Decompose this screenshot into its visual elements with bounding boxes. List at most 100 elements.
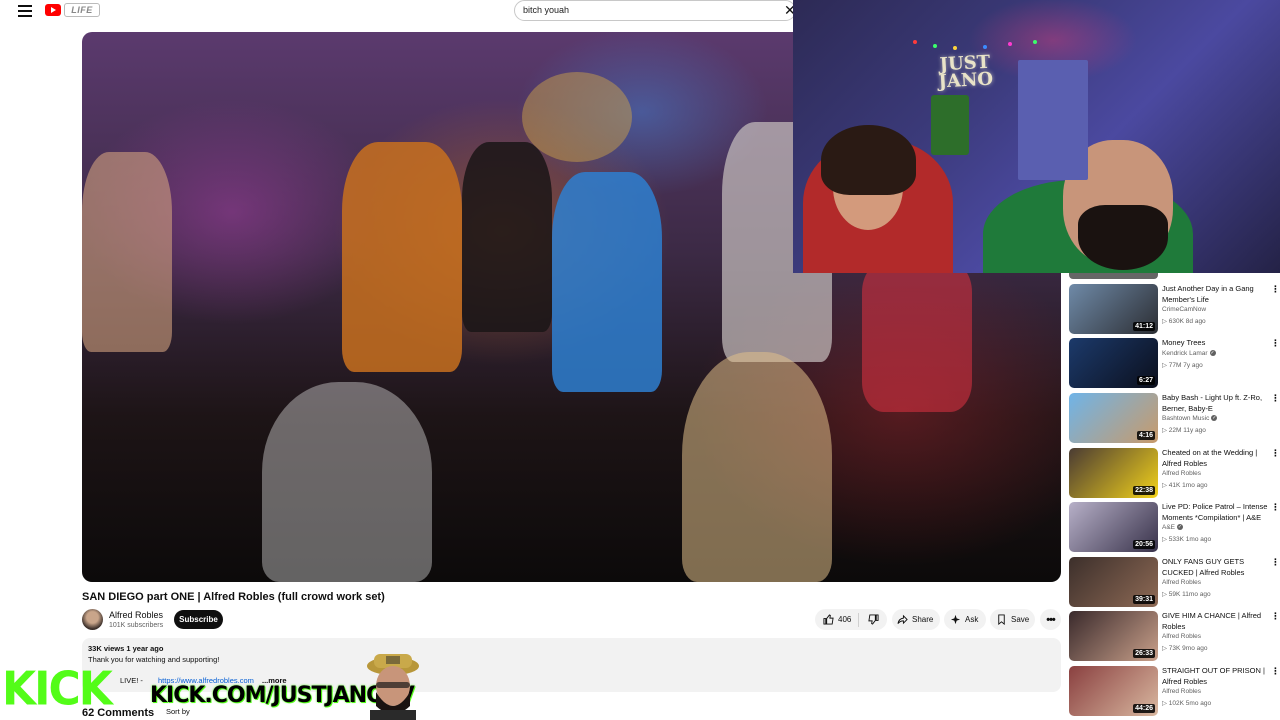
recommendation-channel[interactable]: Alfred Robles bbox=[1162, 633, 1201, 640]
more-options-icon[interactable]: ⋮ bbox=[1271, 557, 1280, 568]
recommendation-item[interactable]: 26:33 GIVE HIM A CHANCE | Alfred Robles Al… bbox=[1069, 611, 1280, 661]
recommendation-meta: ▷ 22M 11y ago bbox=[1162, 427, 1206, 434]
streamer-cutout-image bbox=[367, 654, 419, 720]
video-frame-figure bbox=[342, 142, 462, 372]
recommendation-title[interactable]: Live PD: Police Patrol – Intense Moments… bbox=[1162, 502, 1270, 523]
recommendation-title[interactable]: Money Trees bbox=[1162, 338, 1270, 349]
like-button[interactable]: 406 bbox=[815, 612, 859, 627]
search-input[interactable]: bitch youah bbox=[514, 0, 796, 21]
recommendation-channel[interactable]: Alfred Robles bbox=[1162, 470, 1201, 477]
ask-button[interactable]: Ask bbox=[944, 609, 986, 630]
recommendation-item[interactable]: 44:26 STRAIGHT OUT OF PRISON | Alfred Rob… bbox=[1069, 666, 1280, 716]
video-duration: 22:38 bbox=[1133, 486, 1155, 495]
recommendation-channel[interactable]: Kendrick Lamar ✓ bbox=[1162, 350, 1216, 357]
thumbs-down-icon bbox=[867, 614, 879, 625]
recommendation-item[interactable]: 22:38 Cheated on at the Wedding | Alfred … bbox=[1069, 448, 1280, 498]
recommendation-channel[interactable]: Alfred Robles bbox=[1162, 579, 1201, 586]
more-options-icon[interactable]: ⋮ bbox=[1271, 611, 1280, 622]
recommendation-meta: ▷ 630K 8d ago bbox=[1162, 318, 1206, 325]
more-options-icon[interactable]: ⋮ bbox=[1271, 338, 1280, 349]
recommendation-channel-name[interactable]: CrimeCamNow bbox=[1162, 306, 1206, 313]
share-button[interactable]: Share bbox=[892, 609, 940, 630]
dislike-button[interactable] bbox=[859, 614, 887, 625]
recommendation-title[interactable]: STRAIGHT OUT OF PRISON | Alfred Robles bbox=[1162, 666, 1270, 687]
verified-icon: ✓ bbox=[1211, 415, 1218, 422]
webcam-person-right-beard bbox=[1078, 205, 1168, 270]
recommendation-title[interactable]: Just Another Day in a Gang Member's Life bbox=[1162, 284, 1270, 305]
like-dislike-group: 406 bbox=[815, 609, 887, 630]
recommendation-thumbnail[interactable]: 41:12 bbox=[1069, 284, 1158, 334]
more-options-icon[interactable]: ⋮ bbox=[1271, 393, 1280, 404]
sign-line-2: JANO bbox=[937, 68, 994, 93]
string-light bbox=[913, 40, 917, 44]
bookmark-icon bbox=[998, 614, 1005, 625]
recommendation-channel[interactable]: CrimeCamNow bbox=[1162, 306, 1206, 313]
string-light bbox=[1033, 40, 1037, 44]
recommendation-meta: ▷ 77M 7y ago bbox=[1162, 361, 1203, 369]
video-frame-figure bbox=[82, 152, 172, 352]
webcam-poster bbox=[931, 95, 969, 155]
recommendation-thumbnail[interactable]: 4:16 bbox=[1069, 393, 1158, 443]
recommendation-channel-name[interactable]: Kendrick Lamar bbox=[1162, 350, 1208, 357]
video-frame-figure bbox=[462, 142, 552, 332]
recommendation-item[interactable]: 6:27 Money Trees Kendrick Lamar ✓ ▷ 77M 7y a… bbox=[1069, 338, 1280, 388]
recommendation-channel-name[interactable]: Alfred Robles bbox=[1162, 688, 1201, 695]
recommendation-channel-name[interactable]: A&E bbox=[1162, 524, 1175, 531]
recommendation-channel[interactable]: Bashtown Music ✓ bbox=[1162, 415, 1218, 422]
brand-logo-text[interactable]: LIFE bbox=[64, 3, 100, 17]
more-actions-button[interactable]: ••• bbox=[1040, 609, 1061, 630]
video-duration: 39:31 bbox=[1133, 595, 1155, 604]
recommendation-title[interactable]: GIVE HIM A CHANCE | Alfred Robles bbox=[1162, 611, 1270, 632]
video-duration: 41:12 bbox=[1133, 322, 1155, 331]
recommendation-item[interactable]: 41:12 Just Another Day in a Gang Member's… bbox=[1069, 284, 1280, 334]
kick-logo: KICK bbox=[2, 662, 113, 717]
subscribe-button[interactable]: Subscribe bbox=[174, 610, 223, 629]
youtube-logo-icon[interactable] bbox=[45, 4, 61, 16]
video-frame-figure bbox=[862, 262, 972, 412]
recommendation-thumbnail[interactable]: 6:27 bbox=[1069, 338, 1158, 388]
video-frame-figure bbox=[552, 172, 662, 392]
webcam-door bbox=[1018, 60, 1088, 180]
recommendation-thumbnail[interactable]: 26:33 bbox=[1069, 611, 1158, 661]
recommendation-channel[interactable]: Alfred Robles bbox=[1162, 688, 1201, 695]
channel-avatar[interactable] bbox=[82, 609, 103, 630]
recommendation-meta: ▷ 41K 1mo ago bbox=[1162, 482, 1208, 489]
recommendation-title[interactable]: Cheated on at the Wedding | Alfred Roble… bbox=[1162, 448, 1270, 469]
more-options-icon[interactable]: ⋮ bbox=[1271, 284, 1280, 295]
more-options-icon[interactable]: ⋮ bbox=[1271, 502, 1280, 513]
recommendation-meta: ▷ 102K 5mo ago bbox=[1162, 700, 1212, 707]
verified-icon: ✓ bbox=[1177, 524, 1184, 531]
recommendation-channel-name[interactable]: Bashtown Music bbox=[1162, 415, 1209, 422]
recommendation-thumbnail[interactable]: 22:38 bbox=[1069, 448, 1158, 498]
view-count-date: 33K views 1 year ago bbox=[88, 644, 164, 653]
recommendation-channel-name[interactable]: Alfred Robles bbox=[1162, 579, 1201, 586]
recommendation-item[interactable]: 39:31 ONLY FANS GUY GETS CUCKED | Alfred … bbox=[1069, 557, 1280, 607]
video-duration: 44:26 bbox=[1133, 704, 1155, 713]
recommendation-channel-name[interactable]: Alfred Robles bbox=[1162, 470, 1201, 477]
previous-recommendation-thumbnail[interactable] bbox=[1069, 273, 1158, 279]
video-duration: 6:27 bbox=[1136, 376, 1155, 385]
recommendation-channel[interactable]: A&E ✓ bbox=[1162, 524, 1184, 531]
string-light bbox=[983, 45, 987, 49]
like-count: 406 bbox=[838, 615, 852, 624]
string-light bbox=[1008, 42, 1012, 46]
description-live-label: LIVE! - bbox=[120, 676, 143, 685]
menu-icon[interactable] bbox=[18, 5, 32, 17]
channel-name[interactable]: Alfred Robles bbox=[109, 610, 163, 620]
share-icon bbox=[897, 614, 908, 625]
recommendation-item[interactable]: 20:56 Live PD: Police Patrol – Intense Mo… bbox=[1069, 502, 1280, 552]
recommendation-item[interactable]: 4:16 Baby Bash - Light Up ft. Z-Ro, Berne… bbox=[1069, 393, 1280, 443]
video-frame-figure bbox=[262, 382, 432, 582]
save-button[interactable]: Save bbox=[990, 609, 1035, 630]
verified-icon: ✓ bbox=[1209, 349, 1216, 356]
recommendation-meta: ▷ 533K 1mo ago bbox=[1162, 536, 1212, 543]
more-options-icon[interactable]: ⋮ bbox=[1271, 448, 1280, 459]
recommendation-thumbnail[interactable]: 39:31 bbox=[1069, 557, 1158, 607]
recommendation-title[interactable]: Baby Bash - Light Up ft. Z-Ro, Berner, B… bbox=[1162, 393, 1270, 414]
string-light bbox=[933, 44, 937, 48]
recommendation-title[interactable]: ONLY FANS GUY GETS CUCKED | Alfred Roble… bbox=[1162, 557, 1270, 578]
recommendation-thumbnail[interactable]: 44:26 bbox=[1069, 666, 1158, 716]
recommendation-channel-name[interactable]: Alfred Robles bbox=[1162, 633, 1201, 640]
recommendation-thumbnail[interactable]: 20:56 bbox=[1069, 502, 1158, 552]
more-options-icon[interactable]: ⋮ bbox=[1271, 666, 1280, 677]
